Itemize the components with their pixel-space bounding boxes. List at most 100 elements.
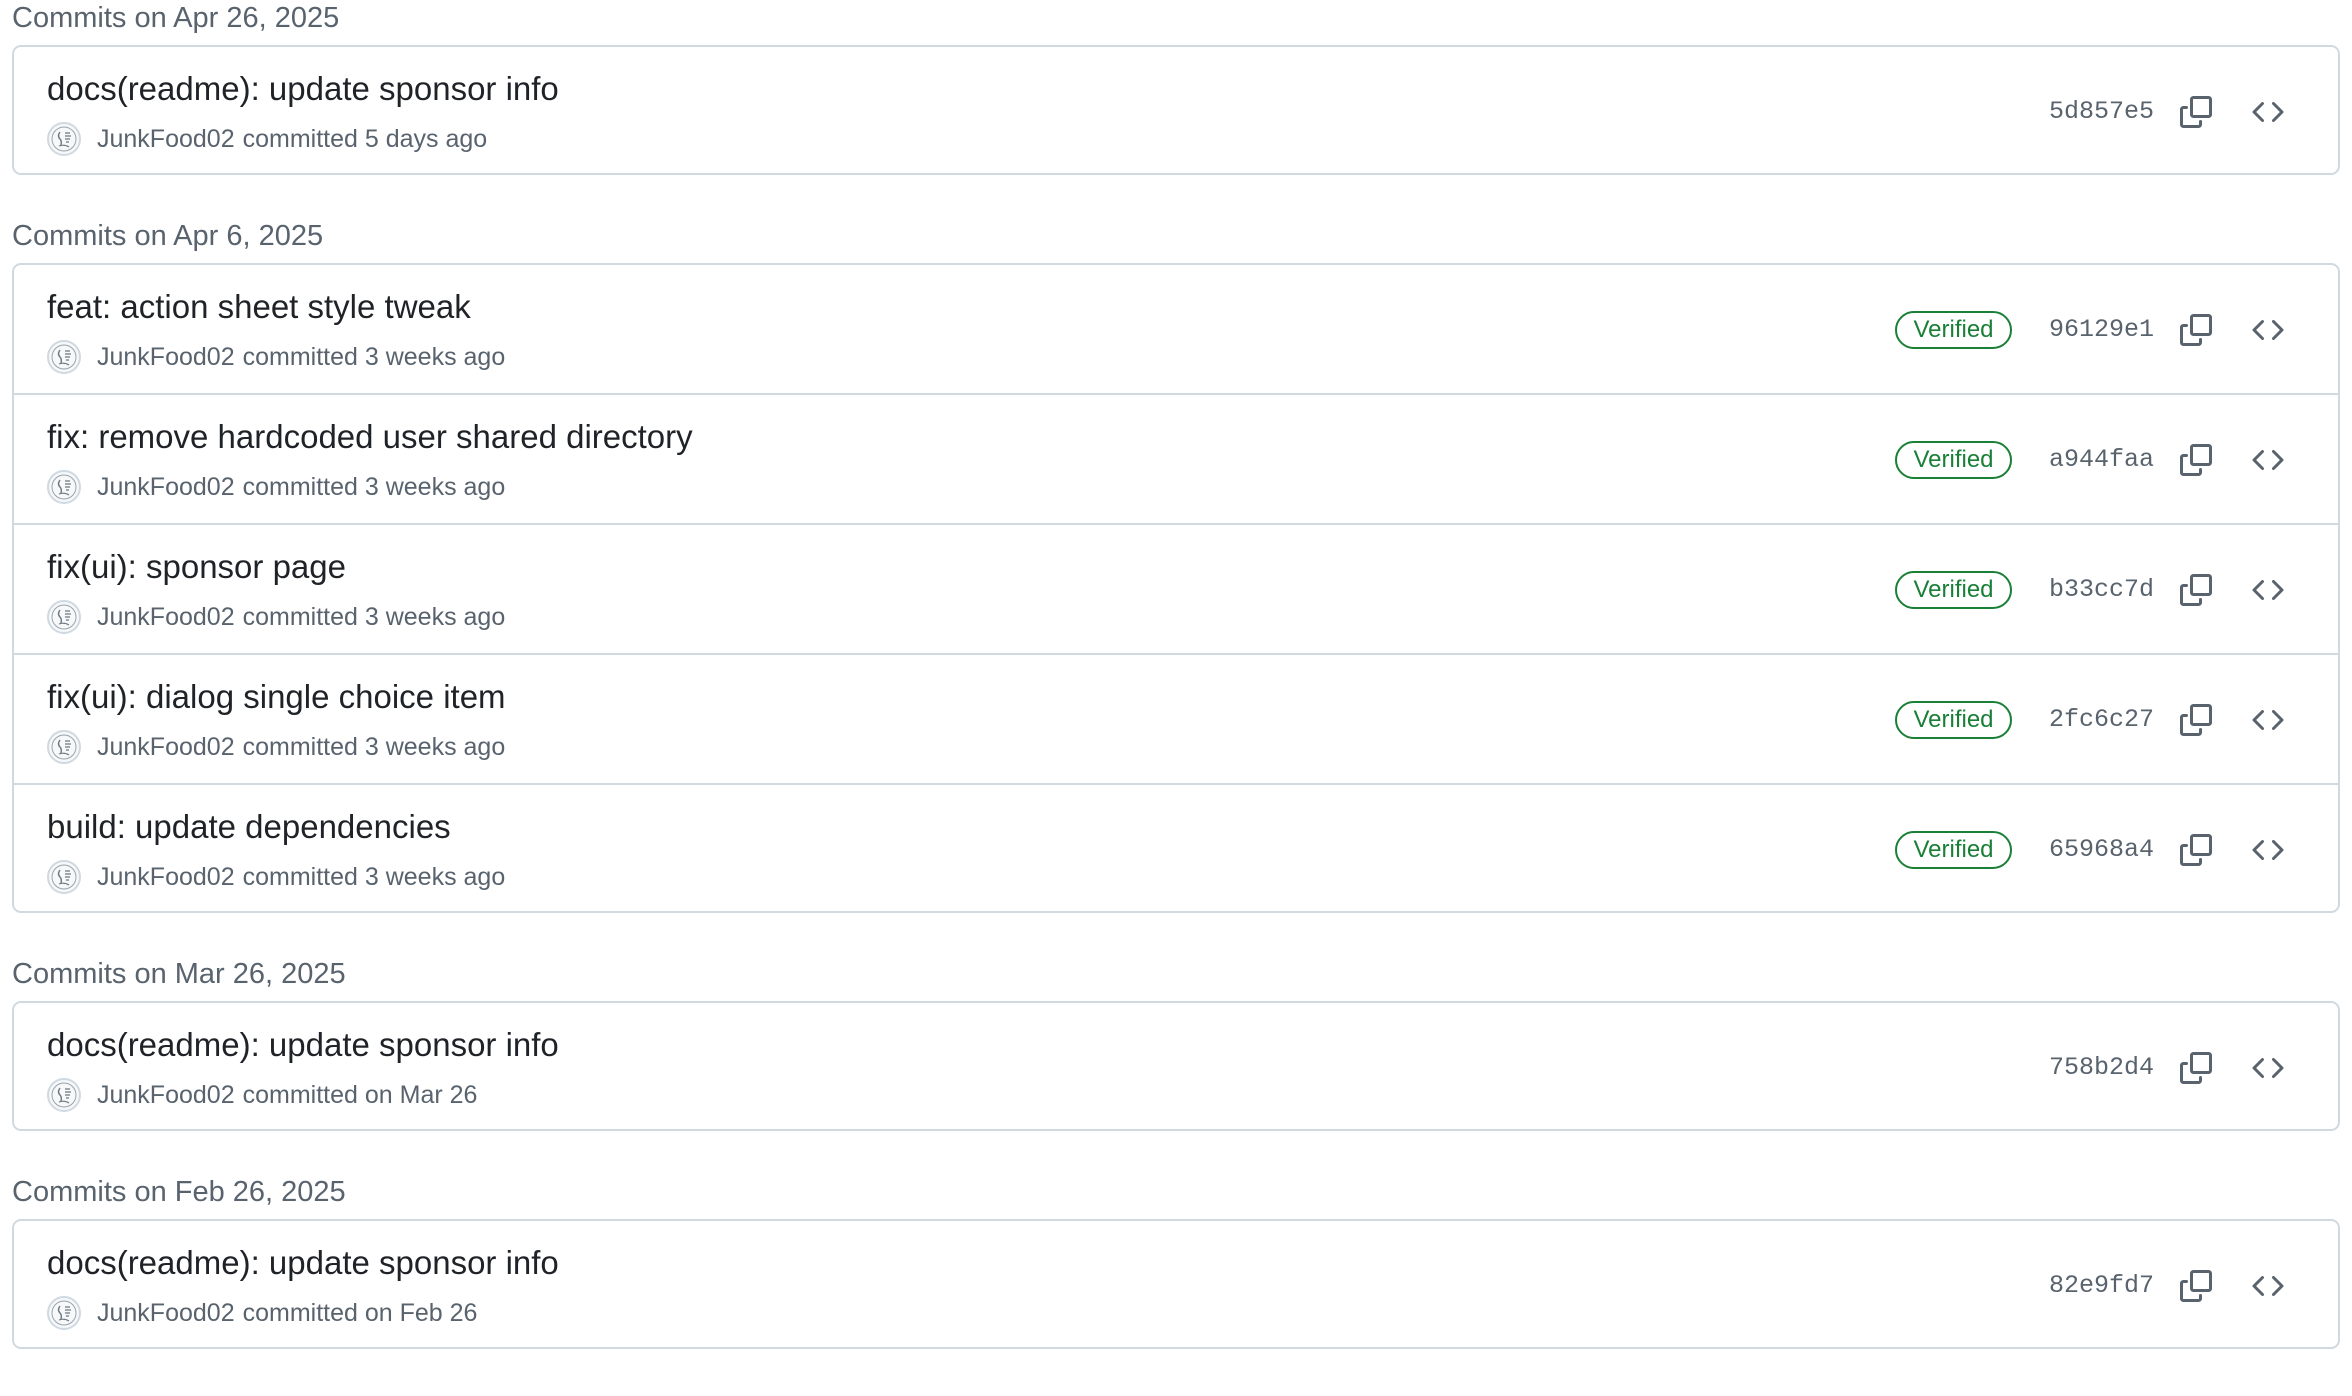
avatar[interactable] <box>47 122 81 156</box>
copy-icon <box>2180 704 2212 736</box>
copy-sha-button[interactable] <box>2176 310 2216 350</box>
commit-history: Commits on Apr 26, 2025 docs(readme): up… <box>0 0 2352 1396</box>
copy-sha-button[interactable] <box>2176 1048 2216 1088</box>
commit-time: committed 3 weeks ago <box>242 342 506 371</box>
copy-sha-button[interactable] <box>2176 570 2216 610</box>
avatar[interactable] <box>47 1078 81 1112</box>
avatar[interactable] <box>47 340 81 374</box>
commit-sha-link[interactable]: 2fc6c27 <box>2049 703 2154 737</box>
commit-list: docs(readme): update sponsor info JunkFo… <box>12 1219 2340 1349</box>
commit-author-link[interactable]: JunkFood02 <box>97 473 235 502</box>
browse-repo-button[interactable] <box>2248 830 2288 870</box>
code-icon <box>2252 709 2284 731</box>
commit-meta: JunkFood02 committed 3 weeks ago <box>47 729 505 765</box>
avatar[interactable] <box>47 600 81 634</box>
commit-row: fix: remove hardcoded user shared direct… <box>14 395 2338 525</box>
code-icon <box>2252 1057 2284 1079</box>
browse-repo-button[interactable] <box>2248 1266 2288 1306</box>
commit-meta: JunkFood02 committed 3 weeks ago <box>47 339 505 375</box>
commit-list: docs(readme): update sponsor info JunkFo… <box>12 45 2340 175</box>
avatar-image <box>51 126 77 152</box>
verified-badge[interactable]: Verified <box>1895 831 2012 869</box>
copy-sha-button[interactable] <box>2176 440 2216 480</box>
commit-title-link[interactable]: build: update dependencies <box>47 808 451 845</box>
browse-repo-button[interactable] <box>2248 570 2288 610</box>
commit-time: committed 5 days ago <box>242 124 488 153</box>
commit-time: committed 3 weeks ago <box>242 472 506 501</box>
code-icon <box>2252 1275 2284 1297</box>
commit-group-date: Commits on Apr 26, 2025 <box>12 2 340 34</box>
avatar[interactable] <box>47 1296 81 1330</box>
commit-meta: JunkFood02 committed 3 weeks ago <box>47 599 505 635</box>
commit-author-link[interactable]: JunkFood02 <box>97 1299 235 1328</box>
copy-icon <box>2180 834 2212 866</box>
commit-title-link[interactable]: fix(ui): dialog single choice item <box>47 678 506 715</box>
commit-time: committed on Mar 26 <box>242 1080 478 1109</box>
commit-sha-link[interactable]: b33cc7d <box>2049 573 2154 607</box>
avatar-image <box>51 474 77 500</box>
verified-badge[interactable]: Verified <box>1895 571 2012 609</box>
commit-group-date: Commits on Apr 6, 2025 <box>12 220 324 252</box>
avatar-image <box>51 344 77 370</box>
commit-sha-link[interactable]: 82e9fd7 <box>2049 1269 2154 1303</box>
code-icon <box>2252 579 2284 601</box>
commit-meta: JunkFood02 committed 3 weeks ago <box>47 859 505 895</box>
commit-title-link[interactable]: docs(readme): update sponsor info <box>47 1244 559 1281</box>
commit-title-link[interactable]: docs(readme): update sponsor info <box>47 1026 559 1063</box>
commit-title-link[interactable]: fix: remove hardcoded user shared direct… <box>47 418 693 455</box>
commit-meta: JunkFood02 committed 5 days ago <box>47 121 487 157</box>
browse-repo-button[interactable] <box>2248 700 2288 740</box>
commit-meta: JunkFood02 committed on Feb 26 <box>47 1295 477 1331</box>
commit-author-link[interactable]: JunkFood02 <box>97 863 235 892</box>
avatar-image <box>51 1082 77 1108</box>
avatar[interactable] <box>47 470 81 504</box>
copy-sha-button[interactable] <box>2176 92 2216 132</box>
commit-time: committed 3 weeks ago <box>242 862 506 891</box>
browse-repo-button[interactable] <box>2248 440 2288 480</box>
commit-row: build: update dependencies JunkFood02 co… <box>14 785 2338 911</box>
commit-author-link[interactable]: JunkFood02 <box>97 733 235 762</box>
commit-meta: JunkFood02 committed 3 weeks ago <box>47 469 505 505</box>
code-icon <box>2252 101 2284 123</box>
code-icon <box>2252 449 2284 471</box>
commit-sha-link[interactable]: 5d857e5 <box>2049 95 2154 129</box>
browse-repo-button[interactable] <box>2248 310 2288 350</box>
verified-badge[interactable]: Verified <box>1895 311 2012 349</box>
commit-title-link[interactable]: fix(ui): sponsor page <box>47 548 346 585</box>
copy-sha-button[interactable] <box>2176 1266 2216 1306</box>
commit-row: feat: action sheet style tweak JunkFood0… <box>14 265 2338 395</box>
commit-sha-link[interactable]: 758b2d4 <box>2049 1051 2154 1085</box>
copy-icon <box>2180 574 2212 606</box>
commit-sha-link[interactable]: 96129e1 <box>2049 313 2154 347</box>
copy-sha-button[interactable] <box>2176 700 2216 740</box>
browse-repo-button[interactable] <box>2248 92 2288 132</box>
copy-icon <box>2180 1270 2212 1302</box>
commit-row: fix(ui): sponsor page JunkFood02 committ… <box>14 525 2338 655</box>
commit-title-link[interactable]: feat: action sheet style tweak <box>47 288 471 325</box>
commit-row: docs(readme): update sponsor info JunkFo… <box>14 1003 2338 1129</box>
commit-list: feat: action sheet style tweak JunkFood0… <box>12 263 2340 913</box>
verified-badge[interactable]: Verified <box>1895 441 2012 479</box>
avatar-image <box>51 734 77 760</box>
commit-sha-link[interactable]: a944faa <box>2049 443 2154 477</box>
browse-repo-button[interactable] <box>2248 1048 2288 1088</box>
commit-meta: JunkFood02 committed on Mar 26 <box>47 1077 477 1113</box>
commit-sha-link[interactable]: 65968a4 <box>2049 833 2154 867</box>
commit-group-date: Commits on Feb 26, 2025 <box>12 1176 346 1208</box>
avatar[interactable] <box>47 860 81 894</box>
commit-author-link[interactable]: JunkFood02 <box>97 343 235 372</box>
code-icon <box>2252 319 2284 341</box>
commit-author-link[interactable]: JunkFood02 <box>97 603 235 632</box>
commit-author-link[interactable]: JunkFood02 <box>97 125 235 154</box>
commit-author-link[interactable]: JunkFood02 <box>97 1081 235 1110</box>
avatar-image <box>51 864 77 890</box>
avatar[interactable] <box>47 730 81 764</box>
code-icon <box>2252 839 2284 861</box>
commit-time: committed on Feb 26 <box>242 1298 478 1327</box>
commit-list: docs(readme): update sponsor info JunkFo… <box>12 1001 2340 1131</box>
copy-icon <box>2180 314 2212 346</box>
verified-badge[interactable]: Verified <box>1895 701 2012 739</box>
copy-icon <box>2180 444 2212 476</box>
copy-sha-button[interactable] <box>2176 830 2216 870</box>
commit-title-link[interactable]: docs(readme): update sponsor info <box>47 70 559 107</box>
